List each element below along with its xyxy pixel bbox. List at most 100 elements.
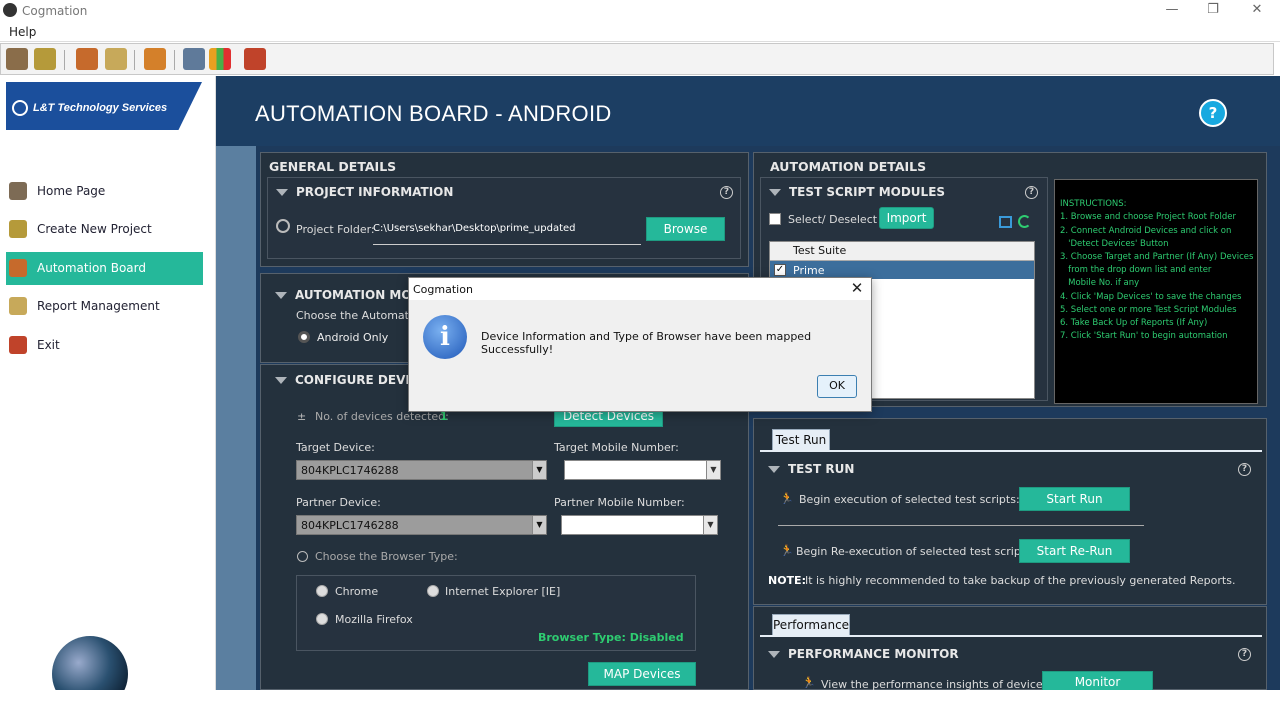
tab-test-run[interactable]: Test Run — [772, 429, 830, 451]
instruction-line: 6. Take Back Up of Reports (If Any) — [1060, 318, 1208, 329]
partner-device-label: Partner Device: — [296, 496, 381, 509]
instruction-line: 'Detect Devices' Button — [1060, 238, 1169, 249]
automation-icon[interactable] — [76, 48, 98, 70]
browse-button[interactable]: Browse — [646, 217, 725, 241]
monitor-button[interactable]: Monitor — [1042, 671, 1153, 691]
performance-header[interactable]: PERFORMANCE MONITOR — [768, 647, 959, 661]
project-folder-field[interactable]: C:\Users\sekhar\Desktop\prime_updated — [373, 223, 641, 245]
app-icon — [3, 3, 17, 17]
target-device-select[interactable]: 804KPLC1746288 ▼ — [296, 460, 547, 480]
exit-icon — [9, 336, 27, 354]
home-icon[interactable] — [6, 48, 28, 70]
row-checkbox[interactable]: ✓ — [774, 264, 786, 276]
sidebar-item-label: Create New Project — [37, 222, 152, 236]
divider — [778, 525, 1144, 526]
test-script-modules-header[interactable]: TEST SCRIPT MODULES — [769, 185, 945, 199]
menu-help[interactable]: Help — [9, 25, 36, 39]
start-run-label: Begin execution of selected test scripts… — [799, 493, 1020, 506]
toolbar-separator — [64, 50, 65, 70]
dialog-titlebar: Cogmation ✕ — [409, 278, 871, 300]
instruction-line: 4. Click 'Map Devices' to save the chang… — [1060, 291, 1242, 302]
firefox-label: Mozilla Firefox — [335, 613, 413, 626]
help-icon[interactable]: ? — [1238, 463, 1251, 476]
configure-devices-panel: CONFIGURE DEVICES/ ± No. of devices dete… — [260, 364, 749, 690]
instruction-line: from the drop down list and enter — [1060, 265, 1212, 276]
automation-icon — [9, 259, 27, 277]
browser-status: Browser Type: Disabled — [538, 631, 684, 644]
note-text: It is highly recommended to take backup … — [805, 574, 1236, 587]
collapse-icon — [275, 377, 287, 384]
edit-icon[interactable] — [999, 216, 1012, 228]
exit-icon[interactable] — [244, 48, 266, 70]
instructions-panel: INSTRUCTIONS: 1. Browse and choose Projec… — [1054, 179, 1258, 404]
grid-icon[interactable] — [183, 48, 205, 70]
refresh-icon[interactable] — [1018, 215, 1031, 228]
import-button[interactable]: Import — [879, 207, 934, 229]
logo-mark-icon — [12, 100, 28, 116]
restore-button[interactable]: ❐ — [1193, 0, 1233, 22]
instruction-line: 1. Browse and choose Project Root Folder — [1060, 212, 1236, 223]
automation-mode-prompt: Choose the Automation — [296, 309, 426, 322]
select-all-checkbox[interactable] — [769, 213, 781, 225]
help-icon[interactable]: ? — [720, 186, 733, 199]
sidebar-item-label: Exit — [37, 338, 60, 352]
tab-performance[interactable]: Performance — [772, 614, 850, 636]
android-only-radio[interactable] — [298, 331, 310, 343]
start-rerun-button[interactable]: Start Re-Run — [1019, 539, 1130, 563]
script-icon[interactable] — [144, 48, 166, 70]
chart-icon[interactable] — [209, 48, 231, 70]
sidebar-item-home[interactable]: Home Page — [6, 175, 203, 208]
instruction-line: Mobile No. if any — [1060, 278, 1140, 289]
general-details-title: GENERAL DETAILS — [269, 159, 397, 174]
sidebar-item-exit[interactable]: Exit — [6, 329, 203, 362]
map-devices-button[interactable]: MAP Devices — [588, 662, 696, 686]
chrome-label: Chrome — [335, 585, 379, 598]
help-icon[interactable]: ? — [1238, 648, 1251, 661]
report-icon[interactable] — [105, 48, 127, 70]
partner-mobile-select[interactable]: ▼ — [561, 515, 718, 535]
report-icon — [9, 297, 27, 315]
new-project-icon[interactable] — [34, 48, 56, 70]
start-run-button[interactable]: Start Run — [1019, 487, 1130, 511]
select-deselect-label: Select/ Deselect — [788, 213, 878, 226]
performance-title: PERFORMANCE MONITOR — [788, 647, 959, 661]
instruction-line: 5. Select one or more Test Script Module… — [1060, 304, 1237, 315]
android-only-label: Android Only — [317, 331, 389, 344]
logo-label: L&T Technology Services — [33, 101, 168, 114]
collapse-icon — [768, 651, 780, 658]
minimize-button[interactable]: — — [1152, 0, 1192, 22]
target-mobile-select[interactable]: ▼ — [564, 460, 721, 480]
instruction-line: 7. Click 'Start Run' to begin automation — [1060, 331, 1228, 342]
ie-radio[interactable] — [427, 585, 439, 597]
partner-mobile-label: Partner Mobile Number: — [554, 496, 685, 509]
close-button[interactable]: ✕ — [1237, 0, 1277, 22]
sidebar-item-report-management[interactable]: Report Management — [6, 290, 203, 323]
window-titlebar: Cogmation — ❐ ✕ — [0, 0, 1280, 22]
partner-device-select[interactable]: 804KPLC1746288 ▼ — [296, 515, 547, 535]
ie-label: Internet Explorer [IE] — [445, 585, 561, 598]
test-run-header[interactable]: TEST RUN — [768, 462, 854, 476]
chrome-radio[interactable] — [316, 585, 328, 597]
target-device-label: Target Device: — [296, 441, 375, 454]
chevron-down-icon: ▼ — [703, 516, 717, 534]
toolbar-separator — [174, 50, 175, 70]
globe-small-icon — [297, 551, 308, 562]
chevron-down-icon: ▼ — [706, 461, 720, 479]
help-icon[interactable]: ? — [1199, 99, 1227, 127]
project-information-section: PROJECT INFORMATION ? Project Folder: C:… — [267, 177, 741, 259]
firefox-radio[interactable] — [316, 613, 328, 625]
tab-underline — [760, 635, 1262, 637]
new-project-icon — [9, 220, 27, 238]
sidebar-item-automation-board[interactable]: Automation Board — [6, 252, 203, 285]
sidebar-item-label: Report Management — [37, 299, 160, 313]
success-dialog: Cogmation ✕ i Device Information and Typ… — [408, 277, 872, 412]
ok-button[interactable]: OK — [817, 375, 857, 398]
automation-mode-header[interactable]: AUTOMATION MODE — [275, 288, 430, 302]
project-information-header[interactable]: PROJECT INFORMATION — [276, 185, 453, 199]
sidebar-item-create-project[interactable]: Create New Project — [6, 213, 203, 246]
plus-minus-icon: ± — [297, 410, 307, 423]
target-device-value: 804KPLC1746288 — [301, 464, 399, 477]
project-folder-label: Project Folder: — [296, 223, 375, 236]
help-icon[interactable]: ? — [1025, 186, 1038, 199]
dialog-close-icon[interactable]: ✕ — [847, 279, 867, 299]
